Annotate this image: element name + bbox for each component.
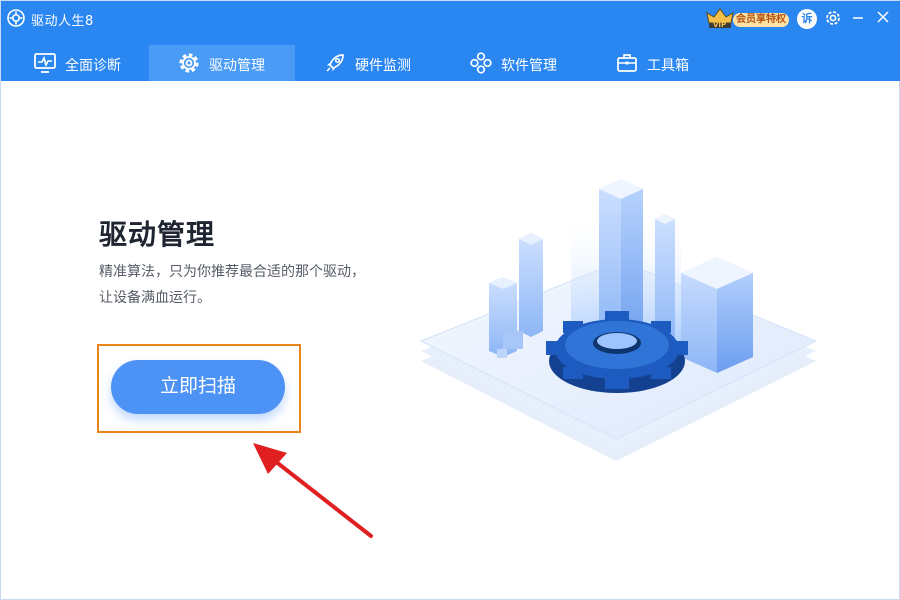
tab-driver-management[interactable]: 驱动管理 <box>149 45 295 81</box>
main-tab-bar: 全面诊断 驱动管理 硬件监测 软件管理 工具箱 <box>1 37 900 81</box>
toolbox-icon <box>617 54 637 72</box>
close-icon[interactable] <box>875 9 891 25</box>
red-arrow-annotation <box>253 443 373 538</box>
app-title: 驱动人生8 <box>31 14 94 29</box>
rocket-icon <box>326 54 344 72</box>
tab-hardware-monitor[interactable]: 硬件监测 <box>295 45 441 81</box>
tab-software-management[interactable]: 软件管理 <box>441 45 587 81</box>
tab-label: 硬件监测 <box>355 58 411 74</box>
apps-icon <box>470 52 492 74</box>
tab-toolbox[interactable]: 工具箱 <box>587 45 733 81</box>
vip-member-button[interactable]: VIP 会员享特权 <box>705 7 793 29</box>
minimize-icon[interactable] <box>850 9 866 25</box>
vip-label: 会员享特权 <box>733 13 789 27</box>
driver-illustration <box>419 179 818 461</box>
scan-now-button[interactable]: 立即扫描 <box>111 360 285 414</box>
gear-icon <box>179 53 199 73</box>
description-line: 精准算法，只为你推荐最合适的那个驱动， <box>99 264 365 280</box>
tab-full-diagnosis[interactable]: 全面诊断 <box>5 45 151 81</box>
description-line: 让设备满血运行。 <box>99 290 211 306</box>
feedback-button[interactable]: 诉 <box>797 9 817 29</box>
tab-label: 工具箱 <box>647 58 689 74</box>
vip-badge: VIP <box>713 21 727 29</box>
title-bar: 驱动人生8 VIP 会员享特权 诉 <box>1 1 900 37</box>
app-window: 驱动人生8 VIP 会员享特权 诉 全面诊断 驱动管理 硬件监测 软件管理 工具… <box>0 0 900 600</box>
settings-gear-icon[interactable] <box>823 8 843 28</box>
page-heading: 驱动管理 <box>99 218 216 251</box>
tab-label: 软件管理 <box>501 58 557 74</box>
tab-label: 驱动管理 <box>209 58 265 74</box>
page-description: 精准算法，只为你推荐最合适的那个驱动， 让设备满血运行。 <box>99 259 419 311</box>
app-logo-icon <box>7 9 25 27</box>
monitor-icon <box>34 53 56 73</box>
tab-label: 全面诊断 <box>65 58 121 74</box>
